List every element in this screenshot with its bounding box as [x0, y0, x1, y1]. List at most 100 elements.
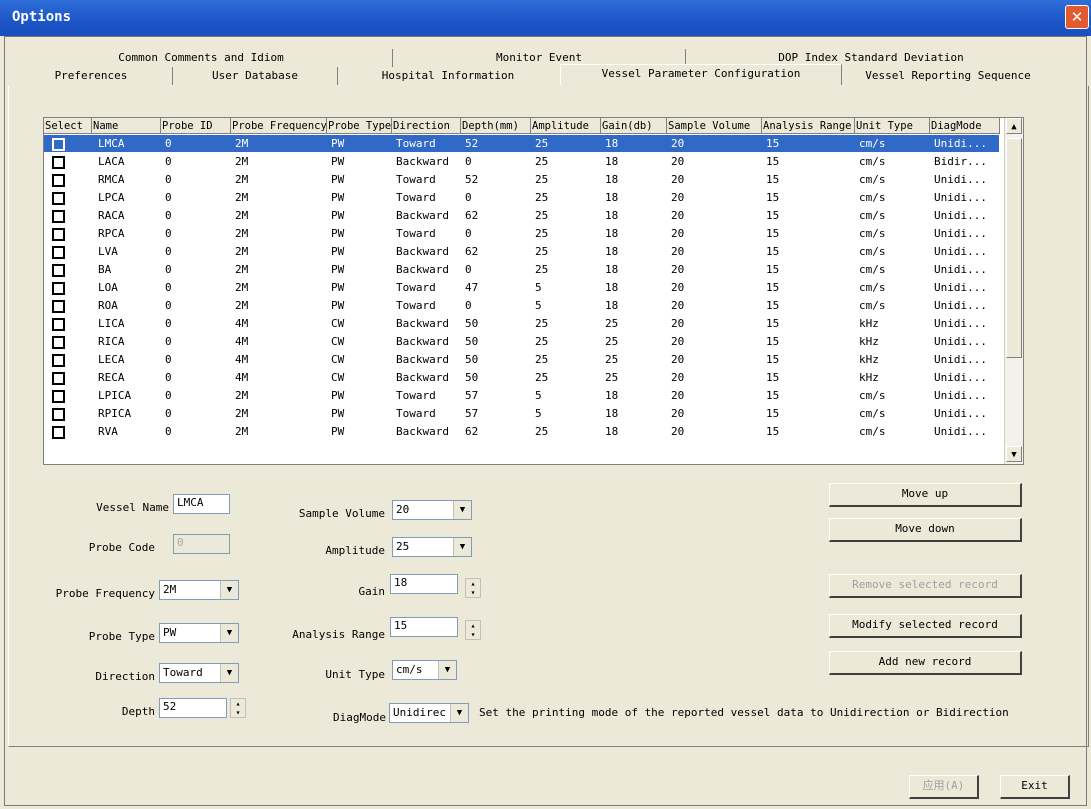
diagmode-select[interactable]: Unidirec ▼	[389, 703, 469, 723]
table-cell: CW	[331, 353, 345, 366]
depth-input[interactable]: 52	[159, 698, 227, 718]
move-up-button[interactable]: Move up	[829, 483, 1022, 507]
analysis-range-input[interactable]: 15	[390, 617, 458, 637]
column-header[interactable]: Select	[44, 118, 92, 134]
column-header[interactable]: Sample Volume	[667, 118, 762, 134]
move-down-button[interactable]: Move down	[829, 518, 1022, 542]
select-checkbox[interactable]	[52, 174, 65, 187]
tab-preferences[interactable]: Preferences	[10, 67, 173, 85]
chevron-down-icon[interactable]: ▼	[450, 704, 468, 722]
table-row[interactable]: RPCA 0 2M PW Toward 0 25 18 20 15 cm/s Unidi...	[44, 225, 999, 242]
table-cell: cm/s	[859, 227, 886, 240]
column-header[interactable]: Gain(db)	[601, 118, 667, 134]
column-header[interactable]: Probe Type	[327, 118, 392, 134]
table-cell: LOA	[98, 281, 118, 294]
chevron-down-icon[interactable]: ▼	[438, 661, 456, 679]
modify-record-button[interactable]: Modify selected record	[829, 614, 1022, 638]
analysis-range-spinner[interactable]: ▴ ▾	[465, 620, 481, 640]
close-button[interactable]: ✕	[1065, 5, 1089, 29]
table-row[interactable]: RPICA 0 2M PW Toward 57 5 18 20 15 cm/s Unidi...	[44, 405, 999, 422]
amplitude-select[interactable]: 25 ▼	[392, 537, 472, 557]
probe-frequency-select[interactable]: 2M ▼	[159, 580, 239, 600]
sample-volume-label: Sample Volume	[298, 507, 385, 520]
tab-vessel-parameter-configuration[interactable]: Vessel Parameter Configuration	[560, 64, 842, 85]
table-cell: 0	[165, 425, 172, 438]
chevron-down-icon[interactable]: ▼	[220, 624, 238, 642]
column-header[interactable]: Probe ID	[161, 118, 231, 134]
column-header[interactable]: DiagMode	[930, 118, 1000, 134]
table-row[interactable]: LPICA 0 2M PW Toward 57 5 18 20 15 cm/s Unidi...	[44, 387, 999, 404]
table-cell: 0	[165, 209, 172, 222]
table-row[interactable]: LACA 0 2M PW Backward 0 25 18 20 15 cm/s Bidir...	[44, 153, 999, 170]
scroll-thumb[interactable]	[1006, 138, 1022, 358]
select-checkbox[interactable]	[52, 138, 65, 151]
column-header[interactable]: Direction	[392, 118, 461, 134]
vessel-name-input[interactable]: LMCA	[173, 494, 230, 514]
gain-spinner[interactable]: ▴ ▾	[465, 578, 481, 598]
table-row[interactable]: RACA 0 2M PW Backward 62 25 18 20 15 cm/s Unidi...	[44, 207, 999, 224]
select-checkbox[interactable]	[52, 228, 65, 241]
tab-user-database[interactable]: User Database	[173, 67, 338, 85]
depth-spinner[interactable]: ▴ ▾	[230, 698, 246, 718]
sample-volume-select[interactable]: 20 ▼	[392, 500, 472, 520]
select-checkbox[interactable]	[52, 390, 65, 403]
select-checkbox[interactable]	[52, 408, 65, 421]
table-row[interactable]: RVA 0 2M PW Backward 62 25 18 20 15 cm/s Unidi...	[44, 423, 999, 440]
probe-type-select[interactable]: PW ▼	[159, 623, 239, 643]
column-header[interactable]: Probe Frequency	[231, 118, 327, 134]
table-row[interactable]: LECA 0 4M CW Backward 50 25 25 20 15 kHz Unidi...	[44, 351, 999, 368]
column-header[interactable]: Analysis Range	[762, 118, 855, 134]
select-checkbox[interactable]	[52, 372, 65, 385]
table-row[interactable]: LOA 0 2M PW Toward 47 5 18 20 15 cm/s Unidi...	[44, 279, 999, 296]
exit-button[interactable]: Exit	[1000, 775, 1070, 799]
table-row[interactable]: RICA 0 4M CW Backward 50 25 25 20 15 kHz Unidi...	[44, 333, 999, 350]
column-header[interactable]: Amplitude	[531, 118, 601, 134]
column-header[interactable]: Unit Type	[855, 118, 930, 134]
table-cell: cm/s	[859, 299, 886, 312]
select-checkbox[interactable]	[52, 192, 65, 205]
select-checkbox[interactable]	[52, 246, 65, 259]
tab-vessel-reporting-sequence[interactable]: Vessel Reporting Sequence	[842, 67, 1054, 85]
apply-button[interactable]: 应用(A)	[909, 775, 979, 799]
select-checkbox[interactable]	[52, 156, 65, 169]
select-checkbox[interactable]	[52, 336, 65, 349]
column-header[interactable]: Depth(mm)	[461, 118, 531, 134]
table-row[interactable]: LVA 0 2M PW Backward 62 25 18 20 15 cm/s Unidi...	[44, 243, 999, 260]
table-row[interactable]: RMCA 0 2M PW Toward 52 25 18 20 15 cm/s Unidi...	[44, 171, 999, 188]
table-row[interactable]: LICA 0 4M CW Backward 50 25 25 20 15 kHz Unidi...	[44, 315, 999, 332]
table-cell: Unidi...	[934, 173, 987, 186]
table-row[interactable]: LMCA 0 2M PW Toward 52 25 18 20 15 cm/s Unidi...	[44, 135, 999, 152]
scroll-up-button[interactable]: ▲	[1006, 118, 1022, 134]
grid-scrollbar[interactable]: ▲ ▼	[1004, 118, 1023, 464]
table-cell: Backward	[396, 353, 449, 366]
chevron-down-icon[interactable]: ▼	[453, 501, 471, 519]
select-checkbox[interactable]	[52, 264, 65, 277]
gain-input[interactable]: 18	[390, 574, 458, 594]
table-row[interactable]: BA 0 2M PW Backward 0 25 18 20 15 cm/s Unidi...	[44, 261, 999, 278]
direction-select[interactable]: Toward ▼	[159, 663, 239, 683]
select-checkbox[interactable]	[52, 354, 65, 367]
chevron-down-icon[interactable]: ▼	[220, 581, 238, 599]
tab-hospital-information[interactable]: Hospital Information	[338, 67, 558, 85]
select-checkbox[interactable]	[52, 210, 65, 223]
table-row[interactable]: ROA 0 2M PW Toward 0 5 18 20 15 cm/s Unidi...	[44, 297, 999, 314]
table-cell: 15	[766, 227, 780, 240]
select-checkbox[interactable]	[52, 282, 65, 295]
scroll-down-button[interactable]: ▼	[1006, 446, 1022, 462]
tab-row-2: Preferences User Database Hospital Infor…	[4, 64, 1089, 85]
select-checkbox[interactable]	[52, 318, 65, 331]
table-row[interactable]: LPCA 0 2M PW Toward 0 25 18 20 15 cm/s Unidi...	[44, 189, 999, 206]
select-checkbox[interactable]	[52, 300, 65, 313]
unit-type-select[interactable]: cm/s ▼	[392, 660, 457, 680]
chevron-down-icon[interactable]: ▼	[220, 664, 238, 682]
column-header[interactable]: Name	[92, 118, 161, 134]
select-checkbox[interactable]	[52, 426, 65, 439]
table-cell: PW	[331, 209, 345, 222]
chevron-down-icon[interactable]: ▼	[453, 538, 471, 556]
table-cell: 18	[605, 137, 619, 150]
remove-record-button[interactable]: Remove selected record	[829, 574, 1022, 598]
table-cell: 15	[766, 299, 780, 312]
tab-common-comments[interactable]: Common Comments and Idiom	[10, 49, 393, 67]
add-record-button[interactable]: Add new record	[829, 651, 1022, 675]
table-row[interactable]: RECA 0 4M CW Backward 50 25 25 20 15 kHz Unidi...	[44, 369, 999, 386]
